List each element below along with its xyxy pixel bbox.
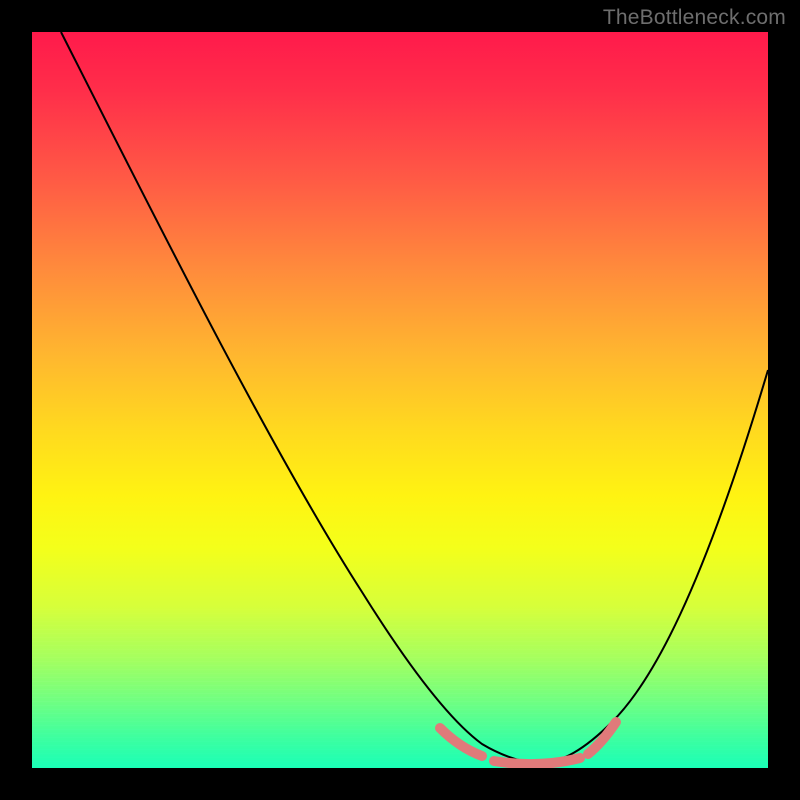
highlight-flat-bottom <box>494 758 580 764</box>
curve-layer <box>32 32 768 768</box>
plot-area <box>32 32 768 768</box>
chart-stage: TheBottleneck.com <box>0 0 800 800</box>
curve-left-branch <box>61 32 540 764</box>
highlight-left-lobe <box>440 728 482 756</box>
watermark-text: TheBottleneck.com <box>603 6 786 30</box>
highlight-right-lobe <box>588 722 616 754</box>
curve-right-branch <box>540 370 768 764</box>
